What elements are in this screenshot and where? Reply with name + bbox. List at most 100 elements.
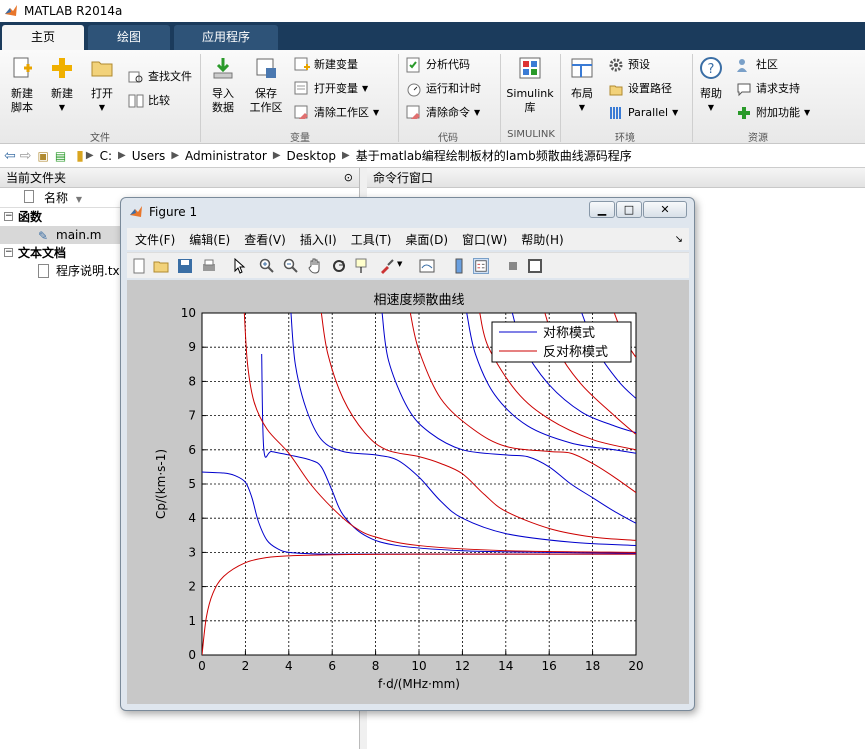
figure-toolbar: ▼ — [127, 252, 689, 278]
rotate-3d-icon[interactable] — [331, 258, 347, 274]
tab-home[interactable]: 主页 — [2, 25, 84, 50]
up-folder-icon[interactable]: ▣ — [37, 149, 48, 163]
browse-folder-icon[interactable]: ▤ — [55, 149, 66, 163]
figure-window[interactable]: Figure 1 ▁ □ ✕ 文件(F) 编辑(E) 查看(V) 插入(I) 工… — [120, 197, 695, 711]
menu-view[interactable]: 查看(V) — [244, 231, 286, 248]
chart-title: 相速度频散曲线 — [373, 292, 464, 308]
folder-icon — [91, 61, 113, 77]
import-data-button[interactable]: 导入 数据 — [204, 56, 242, 115]
group-divider — [500, 54, 501, 142]
colorbar-icon[interactable] — [451, 258, 467, 274]
y-tick-label: 3 — [188, 545, 196, 559]
collapse-icon[interactable]: − — [4, 212, 13, 221]
chart-legend[interactable]: 对称模式 反对称模式 — [491, 321, 632, 363]
menu-desktop[interactable]: 桌面(D) — [405, 231, 448, 248]
find-files-button[interactable]: 查找文件 — [128, 68, 192, 86]
pan-hand-icon[interactable] — [307, 258, 323, 274]
add-ons-icon — [738, 107, 750, 119]
dock-arrow-icon[interactable]: ↘ — [675, 234, 683, 245]
x-tick-label: 2 — [242, 659, 250, 673]
data-cursor-icon[interactable] — [355, 258, 371, 274]
minimize-button[interactable]: ▁ — [589, 201, 615, 218]
group-divider — [560, 54, 561, 142]
panel-menu-icon[interactable]: ⊙ — [344, 168, 353, 188]
y-tick-label: 4 — [188, 511, 196, 525]
new-button[interactable]: 新建 ▼ — [44, 56, 80, 115]
compare-button[interactable]: 比较 — [128, 92, 170, 110]
maximize-button[interactable]: □ — [616, 201, 642, 218]
y-tick-label: 2 — [188, 580, 196, 594]
zoom-out-icon[interactable] — [283, 258, 299, 274]
hide-plot-tools-icon[interactable] — [505, 258, 521, 274]
tab-apps[interactable]: 应用程序 — [174, 25, 278, 50]
run-and-time-button[interactable]: 运行和计时 — [406, 80, 481, 98]
request-support-button[interactable]: 请求支持 — [736, 80, 800, 98]
group-label-variable: 变量 — [290, 133, 310, 144]
save-icon[interactable] — [177, 258, 193, 274]
y-tick-label: 1 — [188, 614, 196, 628]
new-variable-button[interactable]: 新建变量 — [294, 56, 358, 74]
help-button[interactable]: ? 帮助 ▼ — [694, 56, 728, 115]
breadcrumb-item[interactable]: Users — [132, 149, 166, 163]
menu-edit[interactable]: 编辑(E) — [189, 231, 230, 248]
new-variable-icon — [294, 57, 310, 71]
address-bar: ⇦ ⇨ ▣ ▤ ▮ ▶ C: ▶ Users ▶ Administrator ▶… — [0, 144, 865, 168]
new-label: 新建 — [51, 87, 73, 100]
back-arrow-icon[interactable]: ⇦ — [4, 148, 16, 164]
open-file-icon[interactable] — [153, 258, 169, 274]
group-label-code: 代码 — [438, 133, 458, 144]
menu-help[interactable]: 帮助(H) — [521, 231, 563, 248]
new-script-button[interactable]: 新建 脚本 — [4, 56, 40, 115]
clear-commands-button[interactable]: 清除命令 ▼ — [406, 104, 480, 122]
zoom-in-icon[interactable] — [259, 258, 275, 274]
x-tick-label: 14 — [498, 659, 513, 673]
parallel-button[interactable]: Parallel ▼ — [608, 104, 678, 122]
print-icon[interactable] — [201, 258, 217, 274]
find-files-icon — [128, 71, 143, 83]
breadcrumb-item[interactable]: Desktop — [287, 149, 337, 163]
menu-insert[interactable]: 插入(I) — [300, 231, 337, 248]
menu-window[interactable]: 窗口(W) — [462, 231, 507, 248]
show-plot-tools-icon[interactable] — [527, 258, 543, 274]
pointer-icon[interactable] — [231, 258, 247, 274]
run-time-icon — [407, 83, 421, 97]
breadcrumb-item[interactable]: C: — [100, 149, 112, 163]
y-tick-label: 6 — [188, 443, 196, 457]
add-ons-button[interactable]: 附加功能 ▼ — [736, 104, 810, 122]
save-workspace-button[interactable]: 保存 工作区 — [246, 56, 286, 115]
x-tick-label: 0 — [198, 659, 206, 673]
dispersion-chart: 0 2 4 6 8 10 12 14 16 18 20012345678910 相速度频散曲线 f·… — [154, 292, 644, 691]
figure-menubar: 文件(F) 编辑(E) 查看(V) 插入(I) 工具(T) 桌面(D) 窗口(W… — [127, 228, 689, 250]
open-variable-icon — [294, 81, 308, 95]
x-tick-label: 8 — [372, 659, 380, 673]
y-tick-label: 0 — [188, 648, 196, 662]
new-figure-icon[interactable] — [131, 258, 147, 274]
layout-button[interactable]: 布局 ▼ — [564, 56, 600, 115]
set-path-button[interactable]: 设置路径 — [608, 80, 672, 98]
legend-icon[interactable] — [473, 258, 489, 274]
forward-arrow-icon[interactable]: ⇨ — [20, 148, 32, 164]
menu-tools[interactable]: 工具(T) — [351, 231, 392, 248]
community-button[interactable]: 社区 — [736, 56, 778, 74]
menu-file[interactable]: 文件(F) — [135, 231, 175, 248]
brush-dropdown-icon[interactable]: ▼ — [397, 260, 402, 268]
collapse-icon[interactable]: − — [4, 248, 13, 257]
brush-icon[interactable] — [379, 258, 395, 274]
analyze-code-button[interactable]: 分析代码 — [406, 56, 470, 74]
close-button[interactable]: ✕ — [643, 201, 687, 218]
clear-workspace-button[interactable]: 清除工作区 ▼ — [294, 104, 379, 122]
breadcrumb-item[interactable]: Administrator — [185, 149, 267, 163]
open-button[interactable]: 打开 ▼ — [84, 56, 120, 115]
link-plot-icon[interactable] — [419, 258, 435, 274]
x-tick-label: 16 — [542, 659, 557, 673]
preferences-button[interactable]: 预设 — [608, 56, 650, 74]
current-folder-header: 当前文件夹 ⊙ — [0, 168, 359, 188]
group-label-file: 文件 — [90, 133, 110, 144]
plus-icon — [52, 58, 72, 78]
open-variable-button[interactable]: 打开变量 ▼ — [294, 80, 368, 98]
y-axis-label: Cp/(km·s-1) — [154, 449, 168, 519]
group-label-environment: 环境 — [615, 133, 635, 144]
tab-plots[interactable]: 绘图 — [88, 25, 170, 50]
simulink-library-button[interactable]: Simulink 库 — [504, 56, 556, 115]
breadcrumb-item[interactable]: 基于matlab编程绘制板材的lamb频散曲线源码程序 — [356, 147, 632, 164]
